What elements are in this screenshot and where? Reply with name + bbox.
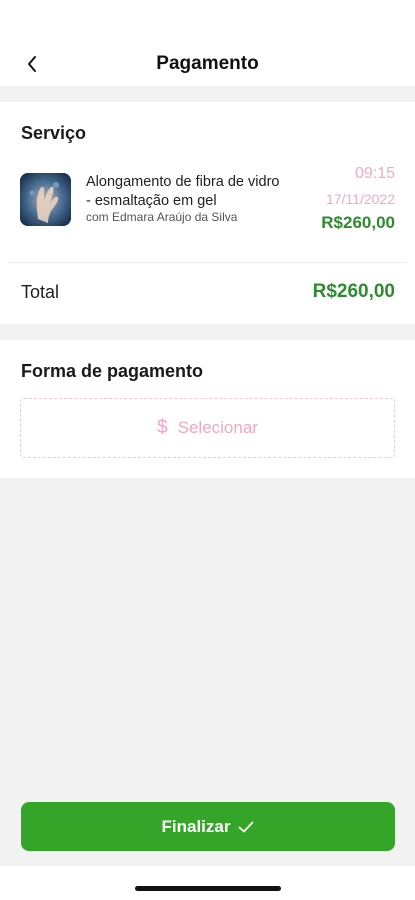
service-date: 17/11/2022 — [325, 191, 395, 207]
select-payment-label: Selecionar — [177, 418, 258, 437]
service-price: R$260,00 — [321, 213, 395, 232]
total-label: Total — [21, 282, 60, 302]
total-value: R$260,00 — [312, 281, 395, 302]
payment-section-title: Forma de pagamento — [21, 361, 204, 381]
home-indicator[interactable] — [135, 886, 281, 891]
app-header: Pagamento — [0, 0, 415, 86]
service-thumbnail — [20, 173, 71, 226]
divider — [8, 262, 407, 263]
dollar-icon: $ — [157, 417, 168, 438]
payment-card: Forma de pagamento $ Selecionar — [0, 340, 415, 478]
finalize-button[interactable]: Finalizar — [21, 802, 395, 851]
bottom-bar — [0, 866, 415, 900]
page-title: Pagamento — [156, 53, 259, 74]
finalize-label: Finalizar — [161, 816, 231, 836]
service-professional: com Edmara Araújo da Silva — [86, 210, 238, 224]
service-card: Serviço Alongamento de fibra de vidro - … — [0, 102, 415, 324]
service-name: Alongamento de fibra de vidro - esmaltaç… — [86, 174, 280, 209]
check-icon — [239, 821, 254, 832]
service-section-title: Serviço — [21, 123, 87, 143]
service-time: 09:15 — [354, 165, 395, 182]
select-payment-button[interactable]: $ Selecionar — [20, 398, 395, 458]
